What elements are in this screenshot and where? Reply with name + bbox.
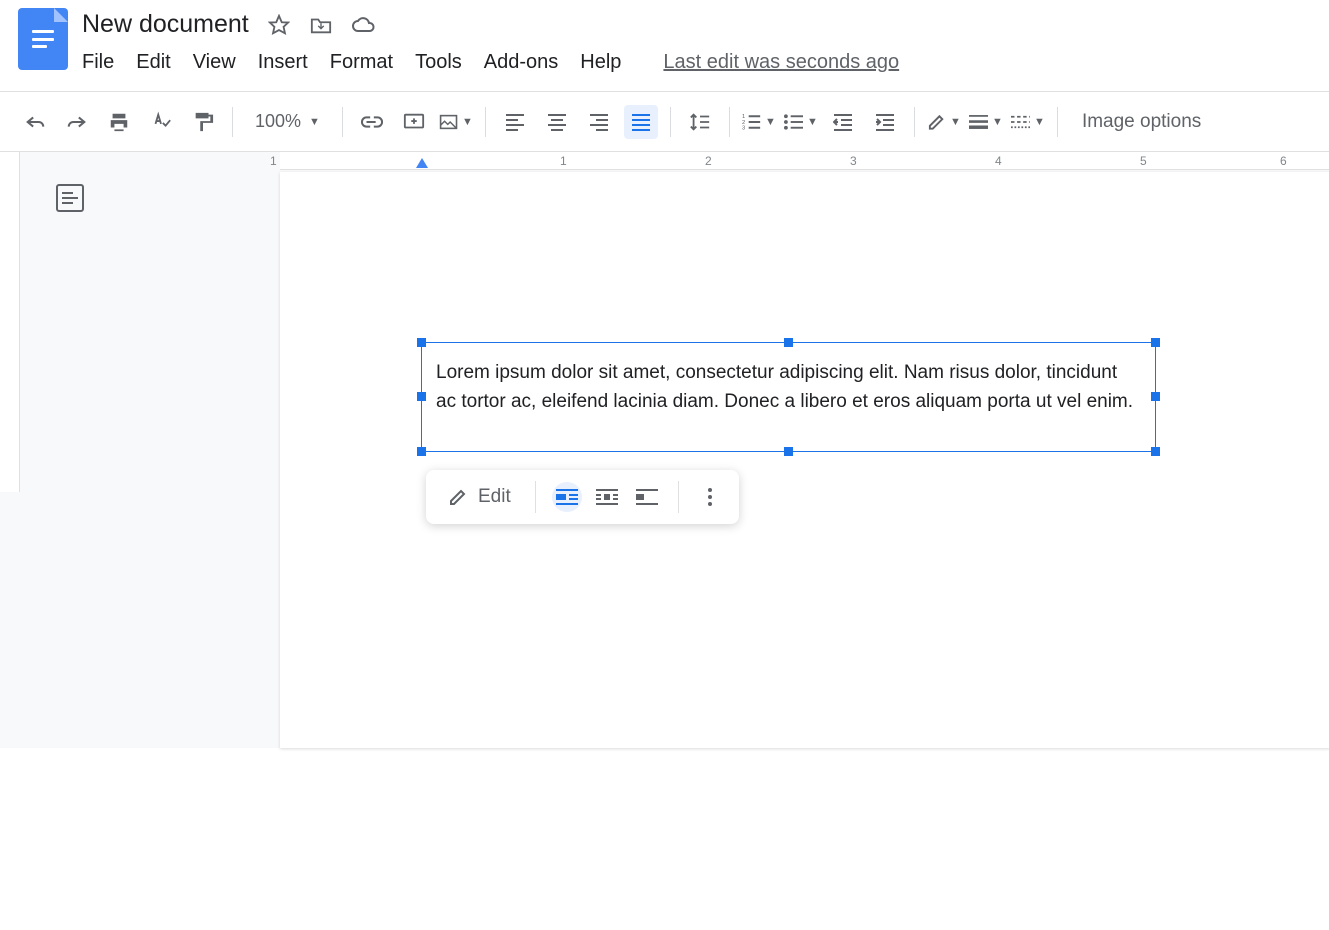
menu-format[interactable]: Format <box>330 51 393 74</box>
line-spacing-button[interactable] <box>683 105 717 139</box>
insert-image-button[interactable]: ▼ <box>439 105 473 139</box>
docs-app-icon[interactable] <box>18 8 68 70</box>
more-options-icon[interactable] <box>695 482 725 512</box>
menu-tools[interactable]: Tools <box>415 51 462 74</box>
svg-text:3: 3 <box>742 125 745 130</box>
page-area: 1 1 2 3 4 5 6 Lorem ipsum dolor sit amet… <box>280 152 1329 748</box>
menu-add-ons[interactable]: Add-ons <box>484 51 559 74</box>
outline-panel: 1 2 <box>20 152 280 748</box>
workspace: 1 2 1 1 2 3 4 5 6 <box>0 152 1329 748</box>
resize-handle-tl[interactable] <box>417 338 426 347</box>
left-gutter <box>0 152 20 492</box>
zoom-value: 100% <box>255 111 301 132</box>
cloud-status-icon[interactable] <box>351 13 375 37</box>
image-options-button[interactable]: Image options <box>1070 111 1213 133</box>
insert-link-button[interactable] <box>355 105 389 139</box>
resize-handle-tm[interactable] <box>784 338 793 347</box>
horizontal-ruler[interactable]: 1 1 2 3 4 5 6 <box>280 152 1329 170</box>
resize-handle-mr[interactable] <box>1151 392 1160 401</box>
menu-view[interactable]: View <box>193 51 236 74</box>
chevron-down-icon: ▼ <box>765 116 776 128</box>
document-title[interactable]: New document <box>82 10 249 39</box>
document-page[interactable]: Lorem ipsum dolor sit amet, consectetur … <box>280 172 1329 748</box>
align-right-button[interactable] <box>582 105 616 139</box>
redo-button[interactable] <box>60 105 94 139</box>
spellcheck-button[interactable] <box>144 105 178 139</box>
wrap-inline-icon[interactable] <box>552 482 582 512</box>
chevron-down-icon: ▼ <box>462 116 473 128</box>
add-comment-button[interactable] <box>397 105 431 139</box>
title-row: New document <box>82 8 1329 39</box>
border-weight-button[interactable]: ▼ <box>969 105 1003 139</box>
chevron-down-icon: ▼ <box>950 116 961 128</box>
resize-handle-ml[interactable] <box>417 392 426 401</box>
numbered-list-button[interactable]: 123▼ <box>742 105 776 139</box>
print-button[interactable] <box>102 105 136 139</box>
resize-handle-tr[interactable] <box>1151 338 1160 347</box>
menu-insert[interactable]: Insert <box>258 51 308 74</box>
border-dash-button[interactable]: ▼ <box>1011 105 1045 139</box>
chevron-down-icon: ▼ <box>1034 116 1045 128</box>
image-context-toolbar: Edit <box>426 470 739 524</box>
selected-drawing-object[interactable]: Lorem ipsum dolor sit amet, consectetur … <box>421 342 1156 452</box>
outline-toggle-icon[interactable] <box>56 184 84 212</box>
app-header: New document File Edit View Insert Forma… <box>0 0 1329 92</box>
drawing-text-content: Lorem ipsum dolor sit amet, consectetur … <box>422 343 1155 434</box>
last-edit-link[interactable]: Last edit was seconds ago <box>663 51 899 74</box>
zoom-dropdown[interactable]: 100% ▼ <box>245 111 330 132</box>
edit-label: Edit <box>478 486 511 508</box>
resize-handle-bm[interactable] <box>784 447 793 456</box>
menu-file[interactable]: File <box>82 51 114 74</box>
bulleted-list-button[interactable]: ▼ <box>784 105 818 139</box>
border-color-button[interactable]: ▼ <box>927 105 961 139</box>
align-justify-button[interactable] <box>624 105 658 139</box>
menu-bar: File Edit View Insert Format Tools Add-o… <box>82 39 1329 74</box>
align-left-button[interactable] <box>498 105 532 139</box>
wrap-text-icon[interactable] <box>592 482 622 512</box>
chevron-down-icon: ▼ <box>309 116 320 128</box>
edit-drawing-button[interactable]: Edit <box>440 480 519 514</box>
ruler-indent-marker[interactable] <box>416 158 428 168</box>
decrease-indent-button[interactable] <box>826 105 860 139</box>
star-icon[interactable] <box>267 13 291 37</box>
menu-help[interactable]: Help <box>580 51 621 74</box>
move-to-folder-icon[interactable] <box>309 13 333 37</box>
chevron-down-icon: ▼ <box>807 116 818 128</box>
chevron-down-icon: ▼ <box>992 116 1003 128</box>
toolbar: 100%▼ ▼ 123▼ ▼ ▼ ▼ ▼ Image options <box>0 92 1329 152</box>
align-center-button[interactable] <box>540 105 574 139</box>
resize-handle-br[interactable] <box>1151 447 1160 456</box>
paint-format-button[interactable] <box>186 105 220 139</box>
undo-button[interactable] <box>18 105 52 139</box>
increase-indent-button[interactable] <box>868 105 902 139</box>
menu-edit[interactable]: Edit <box>136 51 170 74</box>
resize-handle-bl[interactable] <box>417 447 426 456</box>
break-text-icon[interactable] <box>632 482 662 512</box>
pencil-icon <box>448 487 468 507</box>
